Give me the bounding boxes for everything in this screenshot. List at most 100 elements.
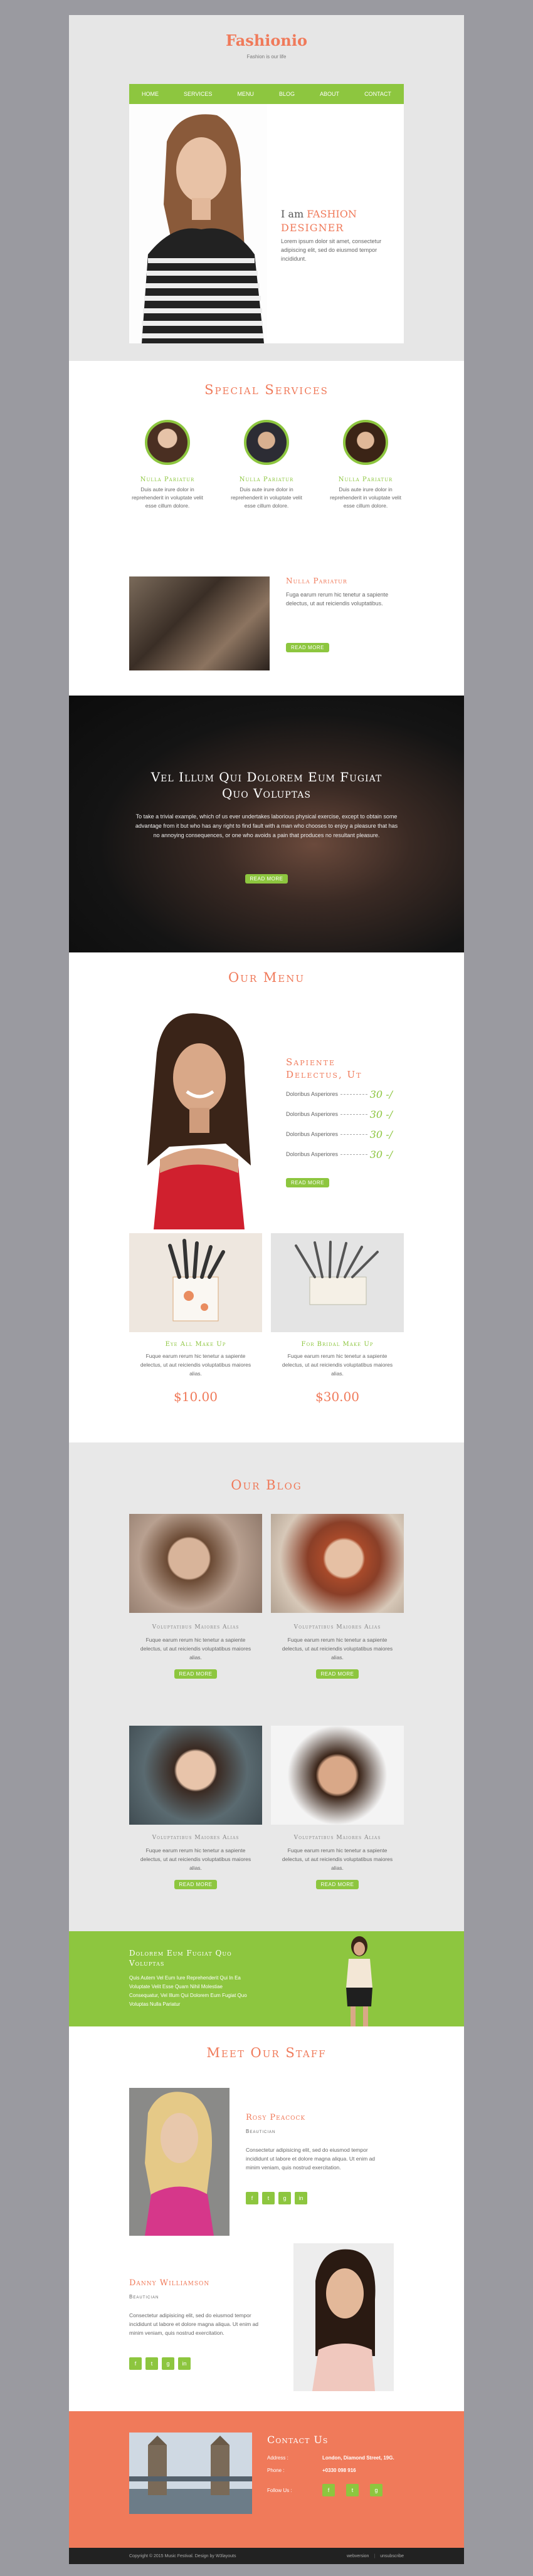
staff-title: Meet Our Staff (206, 2045, 327, 2060)
blog-read-more-button[interactable]: READ MORE (174, 1669, 218, 1679)
promo-text: Quis Autem Vel Eum Iure Reprehenderit Qu… (129, 1975, 247, 2007)
hero-intro: I am FASHION (281, 208, 357, 220)
service-avatar (145, 420, 190, 465)
nav-item-home[interactable]: HOME (142, 91, 159, 97)
nav-item-services[interactable]: SERVICES (184, 91, 212, 97)
contact-section: Contact Us Address : London, Diamond Str… (69, 2411, 464, 2548)
banner-read-more-button[interactable]: READ MORE (245, 874, 288, 884)
product-text: Fuque earum rerum hic tenetur a sapiente… (140, 1353, 251, 1377)
banner-button-wrap: READ MORE (69, 872, 464, 884)
banner-text: To take a trivial example, which of us e… (135, 813, 398, 838)
nav-item-about[interactable]: ABOUT (320, 91, 339, 97)
blog-section: Our Blog Voluptatibus Maiores Alias Fuqu… (69, 1442, 464, 1931)
menu-read-more-button[interactable]: READ MORE (286, 1178, 329, 1187)
blog-post-title: Voluptatibus Maiores Alias (293, 1835, 381, 1841)
service-name: Nulla Pariatur (239, 476, 294, 483)
service-item: Nulla Pariatur Duis aute irure dolor in … (226, 420, 307, 510)
hero-text: Lorem ipsum dolor sit amet, consectetur … (281, 238, 382, 262)
services-title: Special Services (204, 382, 329, 397)
google-icon[interactable]: g (370, 2484, 383, 2496)
blog-post: Voluptatibus Maiores Alias Fuque earum r… (129, 1835, 262, 1889)
blog-image (129, 1726, 262, 1825)
contact-social-icons: f t g (322, 2484, 383, 2496)
blog-post-text: Fuque earum rerum hic tenetur a sapiente… (140, 1847, 251, 1871)
product-price: $30.00 (315, 1389, 359, 1404)
menu-heading-2: Delectus, Ut (286, 1069, 362, 1080)
blog-post-text: Fuque earum rerum hic tenetur a sapiente… (282, 1637, 393, 1661)
nav-bar: HOME SERVICES MENU BLOG ABOUT CONTACT (129, 84, 404, 104)
facebook-icon[interactable]: f (322, 2484, 335, 2496)
staff-role: Beautician (129, 2294, 159, 2300)
staff-photo (129, 2088, 230, 2236)
footer-link-unsubscribe[interactable]: unsubscribe (380, 2554, 404, 2558)
hero-title-2: DESIGNER (281, 222, 344, 234)
facebook-icon[interactable]: f (246, 2192, 258, 2204)
linkedin-icon[interactable]: in (178, 2357, 191, 2370)
service-read-more-button[interactable]: READ MORE (286, 643, 329, 652)
blog-read-more-button[interactable]: READ MORE (174, 1880, 218, 1889)
promo-title-2: Voluptas (129, 1959, 165, 1968)
contact-address-label: Address : (267, 2455, 288, 2461)
product-image-bridal (271, 1233, 404, 1332)
service-name: Nulla Pariatur (338, 476, 393, 483)
contact-london-image (129, 2433, 252, 2514)
service-feature-name: Nulla Pariatur (286, 576, 347, 585)
blog-read-more-button[interactable]: READ MORE (315, 1669, 359, 1679)
footer-divider: | (374, 2553, 376, 2558)
twitter-icon[interactable]: t (262, 2192, 275, 2204)
menu-row: Doloribus Asperiores 30 -/ (286, 1108, 393, 1120)
blog-image (129, 1514, 262, 1613)
menu-heading-1: Sapiente (286, 1056, 335, 1068)
contact-phone: +0330 098 916 (322, 2468, 356, 2473)
google-icon[interactable]: g (278, 2192, 291, 2204)
product-card: For Bridal Make Up Fuque earum rerum hic… (271, 1341, 404, 1404)
footer-link-webversion[interactable]: webversion (347, 2554, 369, 2558)
staff-bio: Consectetur adipisicing elit, sed do eiu… (129, 2312, 259, 2336)
contact-phone-label: Phone : (267, 2468, 285, 2473)
staff-name: Danny Williamson (129, 2278, 210, 2288)
service-item: Nulla Pariatur Duis aute irure dolor in … (127, 420, 208, 510)
product-card: Eye All Make Up Fuque earum rerum hic te… (129, 1341, 262, 1404)
nav-item-contact[interactable]: CONTACT (364, 91, 391, 97)
blog-post-title: Voluptatibus Maiores Alias (293, 1624, 381, 1630)
logo[interactable]: Fashionio (69, 31, 464, 50)
menu-row-leader (340, 1093, 367, 1095)
contact-follow-label: Follow Us : (267, 2488, 292, 2493)
nav-item-menu[interactable]: MENU (237, 91, 254, 97)
menu-row-leader (340, 1134, 367, 1135)
promo-section: Dolorem Eum Fugiat Quo Voluptas Quis Aut… (69, 1931, 464, 2026)
hero-model-image (129, 104, 267, 343)
blog-image (271, 1726, 404, 1825)
staff-role: Beautician (246, 2129, 276, 2134)
service-feature-text: Fuga earum rerum hic tenetur a sapiente … (286, 592, 389, 607)
promo-model-image (325, 1931, 394, 2026)
blog-image (271, 1514, 404, 1613)
service-text: Duis aute irure dolor in reprehenderit i… (132, 486, 203, 509)
service-text: Duis aute irure dolor in reprehenderit i… (330, 486, 401, 509)
service-text: Duis aute irure dolor in reprehenderit i… (231, 486, 302, 509)
nav-item-blog[interactable]: BLOG (279, 91, 295, 97)
header-section: Fashionio Fashion is our life HOME SERVI… (69, 15, 464, 361)
page-background: { "header": {"logo": "Fashionio", "tagli… (0, 0, 533, 2576)
staff-name: Rosy Peacock (246, 2113, 306, 2122)
blog-post: Voluptatibus Maiores Alias Fuque earum r… (271, 1835, 404, 1889)
google-icon[interactable]: g (162, 2357, 174, 2370)
menu-row-leader (340, 1113, 367, 1115)
blog-read-more-button[interactable]: READ MORE (315, 1880, 359, 1889)
linkedin-icon[interactable]: in (295, 2192, 307, 2204)
twitter-icon[interactable]: t (145, 2357, 158, 2370)
facebook-icon[interactable]: f (129, 2357, 142, 2370)
product-text: Fuque earum rerum hic tenetur a sapiente… (282, 1353, 393, 1377)
hero-panel: I am FASHION DESIGNER Lorem ipsum dolor … (129, 104, 404, 343)
twitter-icon[interactable]: t (346, 2484, 359, 2496)
footer-copyright: Copyright © 2015 Music Festival. Design … (129, 2553, 236, 2558)
staff-social-icons: f t g in (129, 2357, 191, 2370)
contact-title: Contact Us (267, 2434, 329, 2446)
product-image-brushes (129, 1233, 262, 1332)
blog-post: Voluptatibus Maiores Alias Fuque earum r… (129, 1624, 262, 1679)
menu-model-image (138, 1009, 257, 1229)
blog-post-title: Voluptatibus Maiores Alias (152, 1835, 240, 1841)
service-avatar (244, 420, 289, 465)
banner-title-1: Vel Illum Qui Dolorem Eum Fugiat (150, 769, 383, 785)
menu-row: Doloribus Asperiores 30 -/ (286, 1148, 393, 1160)
